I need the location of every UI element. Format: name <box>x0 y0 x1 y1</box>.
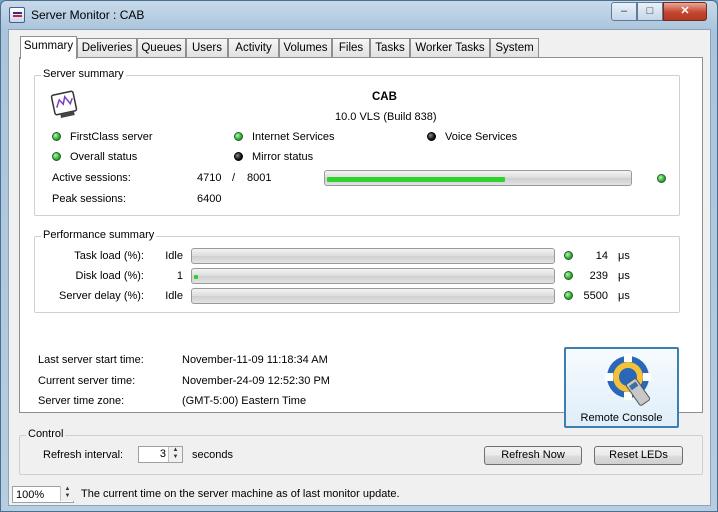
minimize-button[interactable]: – <box>611 2 637 21</box>
status-bar: 100% ▲ ▼ The current time on the server … <box>9 483 712 505</box>
sessions-led <box>657 174 666 183</box>
mirror-status-label: Mirror status <box>252 151 314 163</box>
server-delay-label: Server delay (%): <box>59 290 144 302</box>
voice-services-label: Voice Services <box>445 131 518 143</box>
disk-load-fill <box>194 275 198 279</box>
client-area: Summary Deliveries Queues Users Activity… <box>8 29 711 506</box>
task-load-led <box>564 251 573 260</box>
tab-summary[interactable]: Summary <box>20 36 77 59</box>
status-message: The current time on the server machine a… <box>81 488 400 500</box>
close-button[interactable]: ✕ <box>663 2 707 21</box>
control-group: Control Refresh interval: 3 ▲ ▼ seconds … <box>19 428 703 475</box>
disk-load-bar <box>191 268 555 284</box>
performance-summary-label: Performance summary <box>41 229 157 241</box>
stepper-up-icon[interactable]: ▲ <box>169 447 182 454</box>
tab-deliveries[interactable]: Deliveries <box>77 38 137 58</box>
control-label: Control <box>26 428 66 440</box>
remote-console-label: Remote Console <box>580 412 663 424</box>
server-summary-group: Server summary CAB 10.0 VLS (Build 838) … <box>34 68 680 216</box>
server-delay-unit: μs <box>618 290 630 302</box>
peak-sessions-label: Peak sessions: <box>52 193 126 205</box>
zoom-down-icon[interactable]: ▼ <box>61 493 74 500</box>
sessions-separator: / <box>232 172 236 184</box>
server-summary-label: Server summary <box>41 68 126 80</box>
refresh-interval-value: 3 <box>159 448 166 460</box>
tab-users[interactable]: Users <box>186 38 228 58</box>
server-delay-value: Idle <box>165 290 183 302</box>
tab-tasks[interactable]: Tasks <box>370 38 410 58</box>
time-zone-label: Server time zone: <box>38 395 125 407</box>
overall-status-label: Overall status <box>70 151 138 163</box>
refresh-unit-label: seconds <box>192 449 233 461</box>
refresh-now-button[interactable]: Refresh Now <box>484 446 582 465</box>
reset-leds-button[interactable]: Reset LEDs <box>594 446 683 465</box>
current-time-label: Current server time: <box>38 375 136 387</box>
disk-load-label: Disk load (%): <box>75 270 144 282</box>
app-icon <box>9 7 25 23</box>
internet-services-label: Internet Services <box>252 131 335 143</box>
firstclass-server-label: FirstClass server <box>70 131 153 143</box>
disk-load-unit: μs <box>618 270 630 282</box>
disk-load-time: 239 <box>589 270 608 282</box>
tab-volumes[interactable]: Volumes <box>279 38 332 58</box>
tab-worker-tasks[interactable]: Worker Tasks <box>410 38 490 58</box>
overall-status-led <box>52 152 61 161</box>
disk-load-led <box>564 271 573 280</box>
performance-summary-group: Performance summary Task load (%): Idle … <box>34 229 680 313</box>
zoom-value: 100% <box>16 489 45 501</box>
remote-console-button[interactable]: Remote Console <box>564 347 679 428</box>
start-time-value: November-11-09 11:18:34 AM <box>182 354 328 366</box>
server-delay-bar <box>191 288 555 304</box>
mirror-status-led <box>234 152 243 161</box>
refresh-interval-label: Refresh interval: <box>43 449 124 461</box>
stepper-down-icon[interactable]: ▼ <box>169 454 182 461</box>
task-load-unit: μs <box>618 250 630 262</box>
firstclass-server-led <box>52 132 61 141</box>
start-time-label: Last server start time: <box>38 354 144 366</box>
summary-panel: Server summary CAB 10.0 VLS (Build 838) … <box>19 57 703 428</box>
active-sessions-bar <box>324 170 632 186</box>
zoom-up-icon[interactable]: ▲ <box>61 486 74 493</box>
server-delay-time: 5500 <box>583 290 608 302</box>
current-time-value: November-24-09 12:52:30 PM <box>182 375 330 387</box>
server-version: 10.0 VLS (Build 838) <box>335 111 437 123</box>
task-load-value: Idle <box>165 250 183 262</box>
disk-load-value: 1 <box>176 270 183 282</box>
refresh-interval-stepper[interactable]: 3 ▲ ▼ <box>138 446 183 463</box>
active-sessions-label: Active sessions: <box>52 172 131 184</box>
peak-sessions-value: 6400 <box>197 193 222 205</box>
maximize-button[interactable]: □ <box>637 2 663 21</box>
server-delay-led <box>564 291 573 300</box>
server-monitor-window: Server Monitor : CAB – □ ✕ Summary Deliv… <box>0 0 718 512</box>
internet-services-led <box>234 132 243 141</box>
title-bar[interactable]: Server Monitor : CAB – □ ✕ <box>1 1 717 29</box>
tab-activity[interactable]: Activity <box>228 38 279 58</box>
tab-files[interactable]: Files <box>332 38 370 58</box>
server-monitor-icon <box>50 90 78 118</box>
tab-queues[interactable]: Queues <box>137 38 186 58</box>
remote-console-icon <box>605 354 651 406</box>
zoom-stepper[interactable]: 100% ▲ ▼ <box>12 486 74 503</box>
task-load-bar <box>191 248 555 264</box>
tab-system[interactable]: System <box>490 38 539 58</box>
window-title: Server Monitor : CAB <box>31 8 145 22</box>
server-name: CAB <box>372 91 397 103</box>
task-load-label: Task load (%): <box>74 250 144 262</box>
task-load-time: 14 <box>595 250 608 262</box>
voice-services-led <box>427 132 436 141</box>
active-sessions-fill <box>327 177 505 182</box>
time-zone-value: (GMT-5:00) Eastern Time <box>182 395 307 407</box>
max-sessions-value: 8001 <box>247 172 272 184</box>
active-sessions-value: 4710 <box>197 172 222 184</box>
